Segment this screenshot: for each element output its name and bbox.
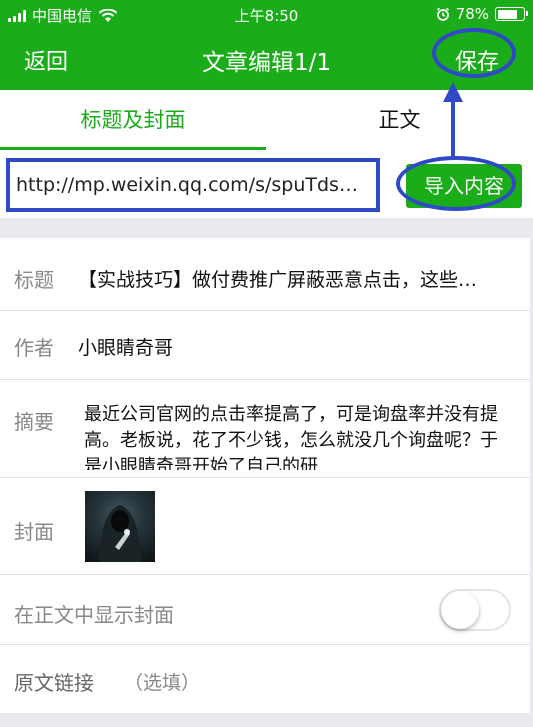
cover-label: 封面 bbox=[14, 520, 54, 544]
show-cover-label: 在正文中显示封面 bbox=[14, 603, 174, 627]
source-link-placeholder: （选填） bbox=[124, 672, 201, 694]
toggle-knob bbox=[441, 591, 479, 629]
cover-row[interactable]: 封面 bbox=[0, 478, 530, 575]
cover-thumbnail[interactable] bbox=[85, 491, 155, 562]
title-label: 标题 bbox=[14, 268, 54, 292]
source-link-label: 原文链接 bbox=[14, 671, 94, 695]
summary-value: 最近公司官网的点击率提高了，可是询盘率并没有提高。老板说，花了不少钱，怎么就没几… bbox=[84, 404, 498, 470]
author-value: 小眼睛奇哥 bbox=[78, 337, 174, 359]
show-cover-row: 在正文中显示封面 bbox=[0, 575, 530, 645]
source-link-row[interactable]: 原文链接 （选填） bbox=[0, 645, 530, 713]
title-value: 【实战技巧】做付费推广屏蔽恶意点击，这些… bbox=[78, 269, 478, 291]
cover-image-icon bbox=[99, 505, 141, 562]
title-row[interactable]: 标题 【实战技巧】做付费推广屏蔽恶意点击，这些… bbox=[0, 238, 530, 311]
summary-row[interactable]: 摘要 最近公司官网的点击率提高了，可是询盘率并没有提高。老板说，花了不少钱，怎么… bbox=[0, 380, 530, 478]
annotation-arrow bbox=[443, 82, 463, 158]
author-label: 作者 bbox=[14, 336, 54, 360]
summary-label: 摘要 bbox=[14, 410, 54, 434]
article-form: 标题 【实战技巧】做付费推广屏蔽恶意点击，这些… 作者 小眼睛奇哥 摘要 最近公… bbox=[0, 238, 530, 713]
show-cover-toggle[interactable] bbox=[439, 589, 511, 631]
author-row[interactable]: 作者 小眼睛奇哥 bbox=[0, 311, 530, 380]
